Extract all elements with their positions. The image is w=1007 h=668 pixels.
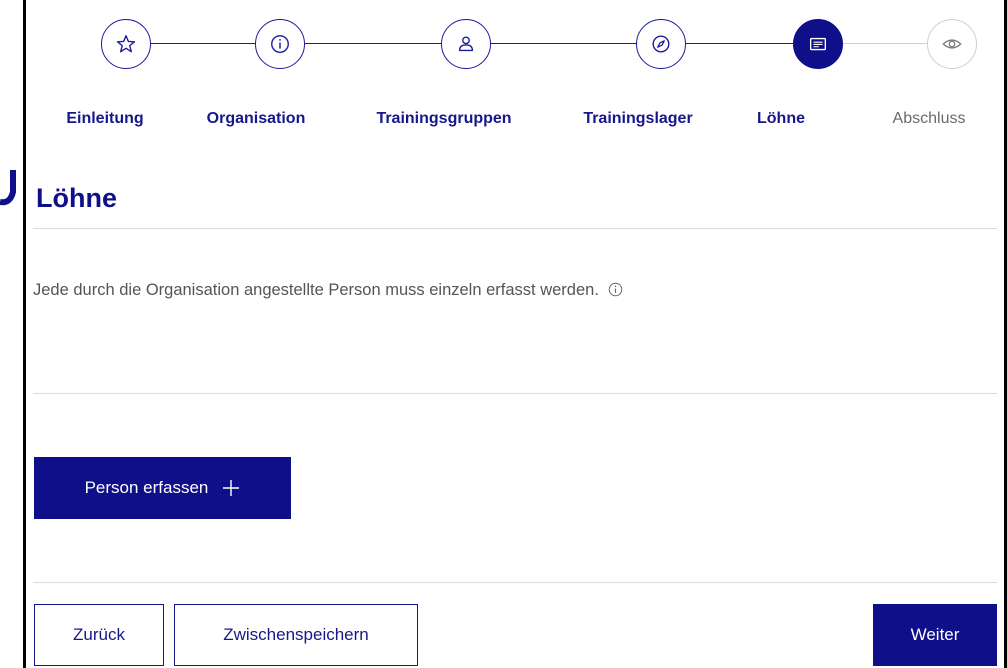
next-label: Weiter (910, 625, 960, 644)
eye-icon (942, 39, 962, 49)
step-einleitung[interactable] (101, 19, 151, 69)
save-draft-label: Zwischenspeichern (223, 625, 369, 644)
step-connector (843, 43, 927, 44)
step-loehne[interactable] (793, 19, 843, 69)
info-icon[interactable] (608, 282, 623, 297)
person-icon (458, 36, 474, 52)
section-title: Löhne (36, 183, 117, 213)
step-label-loehne: Löhne (757, 110, 805, 127)
info-icon (271, 35, 289, 53)
step-connector (491, 43, 636, 44)
step-organisation[interactable] (255, 19, 305, 69)
step-trainingsgruppen[interactable] (441, 19, 491, 69)
divider (33, 393, 997, 394)
info-text: Jede durch die Organisation angestellte … (33, 281, 623, 300)
info-text-label: Jede durch die Organisation angestellte … (33, 281, 599, 299)
progress-stepper: Einleitung Organisation Trainingsgruppen… (26, 0, 1004, 150)
next-button[interactable]: Weiter (873, 604, 997, 666)
compass-icon (652, 35, 670, 53)
step-connector (305, 43, 441, 44)
plus-icon (223, 480, 240, 496)
payslip-icon (809, 37, 827, 51)
add-person-label: Person erfassen (84, 478, 209, 497)
wizard-panel: Einleitung Organisation Trainingsgruppen… (23, 0, 1007, 668)
step-label-trainingslager: Trainingslager (583, 110, 693, 127)
step-trainingslager[interactable] (636, 19, 686, 69)
star-icon (116, 35, 136, 53)
step-label-organisation: Organisation (206, 110, 306, 127)
step-connector (149, 43, 259, 44)
step-abschluss[interactable] (927, 19, 977, 69)
save-draft-button[interactable]: Zwischenspeichern (174, 604, 418, 666)
add-person-button[interactable]: Person erfassen (34, 457, 291, 519)
divider (33, 228, 997, 229)
back-button[interactable]: Zurück (34, 604, 164, 666)
cropped-glyph-fragment (0, 170, 16, 206)
step-label-abschluss: Abschluss (892, 110, 966, 127)
step-label-einleitung: Einleitung (66, 110, 144, 127)
divider (33, 582, 997, 583)
step-label-trainingsgruppen: Trainingsgruppen (376, 110, 512, 127)
step-connector (686, 43, 793, 44)
back-label: Zurück (73, 625, 125, 644)
